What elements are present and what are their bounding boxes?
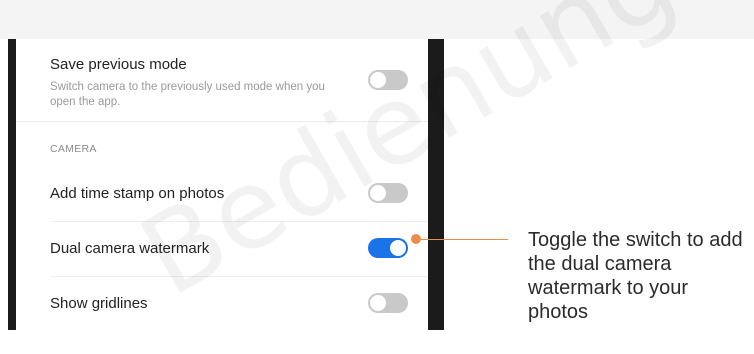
toggle-knob	[370, 72, 386, 88]
toggle-knob	[390, 240, 406, 256]
setting-row-save-previous-mode[interactable]: Save previous mode Switch camera to the …	[16, 39, 428, 121]
toggle-knob	[370, 185, 386, 201]
setting-row-add-time-stamp[interactable]: Add time stamp on photos	[16, 167, 428, 219]
toggle-add-time-stamp[interactable]	[368, 183, 408, 203]
setting-title-save-previous-mode: Save previous mode	[50, 56, 187, 73]
callout-dot	[411, 234, 421, 244]
setting-title-show-gridlines: Show gridlines	[50, 295, 148, 312]
toggle-save-previous-mode[interactable]	[368, 70, 408, 90]
setting-row-show-gridlines[interactable]: Show gridlines	[16, 277, 428, 329]
setting-description-save-previous-mode: Switch camera to the previously used mod…	[50, 81, 325, 108]
callout-line	[416, 239, 508, 240]
setting-title-add-time-stamp: Add time stamp on photos	[50, 185, 225, 202]
toggle-knob	[370, 295, 386, 311]
setting-title-dual-camera-watermark: Dual camera watermark	[50, 240, 210, 257]
callout-text: Toggle the switch to add the dual camera…	[528, 229, 743, 323]
top-background-band	[0, 0, 754, 39]
settings-screen: Save previous mode Switch camera to the …	[16, 39, 428, 330]
toggle-dual-camera-watermark[interactable]	[368, 238, 408, 258]
section-separator	[16, 121, 428, 122]
toggle-show-gridlines[interactable]	[368, 293, 408, 313]
section-header-camera: CAMERA	[50, 143, 97, 155]
setting-row-dual-camera-watermark[interactable]: Dual camera watermark	[16, 222, 428, 274]
